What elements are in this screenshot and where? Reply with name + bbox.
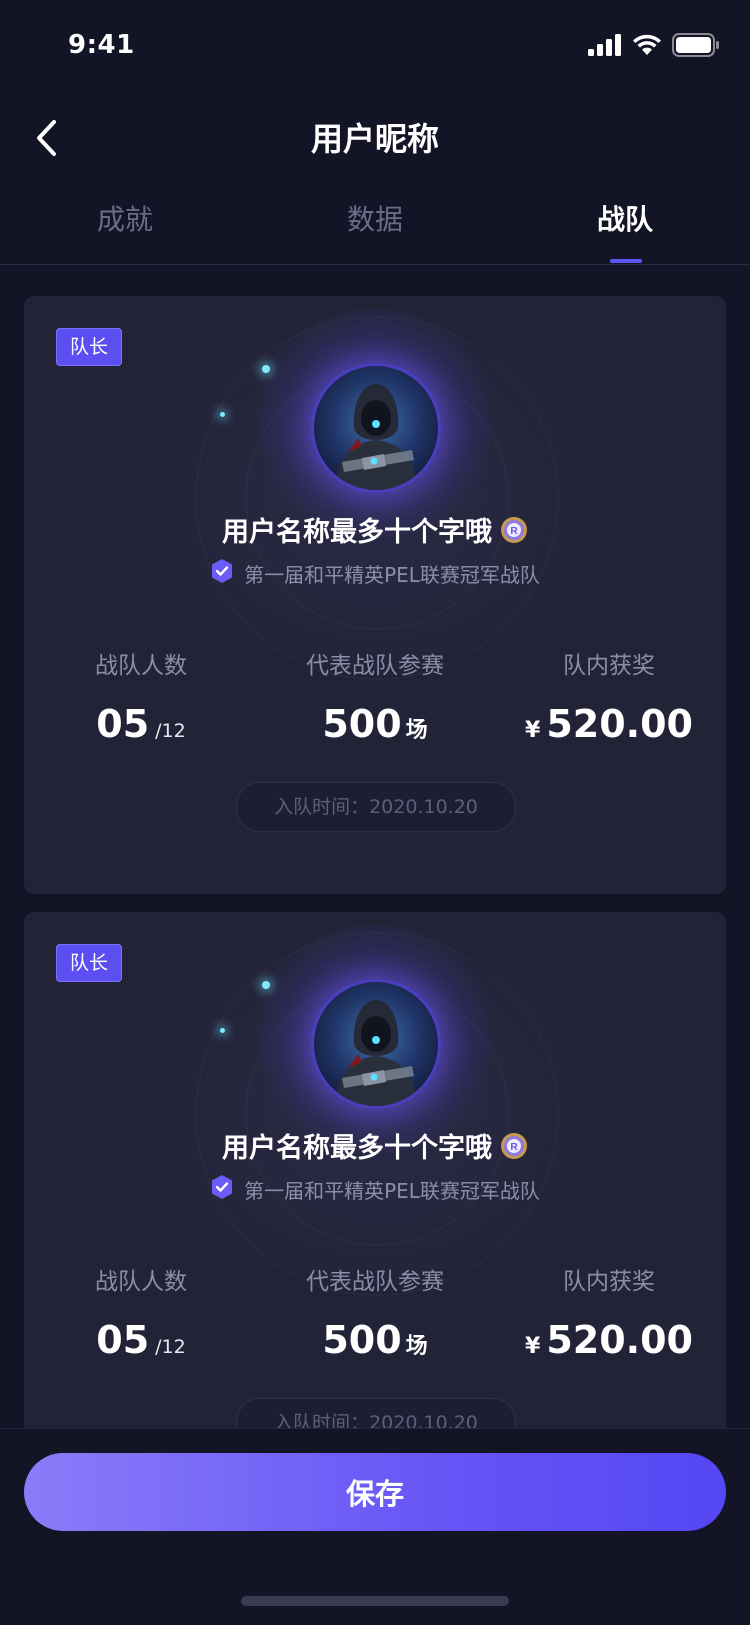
user-name-row: 用户名称最多十个字哦 R: [24, 510, 726, 549]
verified-shield-icon: [210, 558, 234, 588]
svg-text:R: R: [510, 526, 518, 537]
home-indicator: [241, 1596, 509, 1606]
team-card: 队长 用户名称最多十个字哦 R 第一届和平精英PEL联赛冠军战队 战队人数 05…: [24, 912, 726, 1428]
avatar[interactable]: [311, 363, 441, 493]
matches-count: 500: [322, 702, 402, 746]
stat-label: 代表战队参赛: [306, 653, 444, 679]
join-time: 入队时间：2020.10.20: [236, 782, 516, 832]
battery-icon: [672, 33, 720, 61]
members-count: 05: [96, 1318, 150, 1362]
matches-unit: 场: [405, 718, 428, 743]
stat-value: 500 场: [258, 1318, 492, 1362]
svg-text:R: R: [510, 1142, 518, 1153]
stat-value: ¥ 520.00: [492, 702, 726, 746]
rank-medal-icon: R: [500, 516, 528, 544]
stat-matches: 代表战队参赛 500 场: [258, 646, 492, 746]
team-honor: 第一届和平精英PEL联赛冠军战队: [244, 562, 540, 587]
stat-label: 队内获奖: [563, 653, 655, 679]
status-time: 9:41: [68, 30, 135, 60]
matches-unit: 场: [405, 1334, 428, 1359]
stat-value: 05 /12: [24, 1318, 258, 1362]
stat-label: 队内获奖: [563, 1269, 655, 1295]
glow-particle: [262, 365, 270, 373]
user-name-row: 用户名称最多十个字哦 R: [24, 1126, 726, 1165]
signal-icon: [588, 34, 622, 60]
status-icons: [588, 32, 720, 62]
members-total: /12: [155, 1336, 186, 1358]
stat-label: 战队人数: [95, 1269, 187, 1295]
rank-medal-icon: R: [500, 1132, 528, 1160]
nav-bar: 用户昵称: [0, 96, 750, 186]
tab-team[interactable]: 战队: [500, 198, 750, 238]
glow-particle: [220, 1028, 225, 1033]
captain-badge: 队长: [56, 328, 122, 366]
matches-count: 500: [322, 1318, 402, 1362]
stat-members: 战队人数 05 /12: [24, 646, 258, 746]
bottom-bar: 保存: [0, 1428, 750, 1625]
prize-currency: ¥: [525, 718, 541, 743]
stat-value: 500 场: [258, 702, 492, 746]
verified-shield-icon: [210, 1174, 234, 1204]
stat-matches: 代表战队参赛 500 场: [258, 1262, 492, 1362]
prize-amount: 520.00: [546, 702, 693, 746]
team-honor: 第一届和平精英PEL联赛冠军战队: [244, 1178, 540, 1203]
tab-bar: 成就 数据 战队: [0, 186, 750, 265]
glow-particle: [220, 412, 225, 417]
team-card: 队长 用户名称最多十个字哦 R 第一届和平精英PEL联赛冠军战队 战队人数 05…: [24, 296, 726, 894]
tab-achievements[interactable]: 成就: [0, 198, 250, 238]
honor-row: 第一届和平精英PEL联赛冠军战队: [24, 1174, 726, 1204]
glow-particle: [262, 981, 270, 989]
user-name: 用户名称最多十个字哦: [222, 1133, 492, 1164]
page-title: 用户昵称: [310, 120, 439, 158]
team-list[interactable]: 队长 用户名称最多十个字哦 R 第一届和平精英PEL联赛冠军战队 战队人数 05…: [0, 264, 750, 1428]
stat-label: 战队人数: [95, 653, 187, 679]
stat-members: 战队人数 05 /12: [24, 1262, 258, 1362]
members-total: /12: [155, 720, 186, 742]
avatar[interactable]: [311, 979, 441, 1109]
tab-indicator: [610, 259, 642, 263]
prize-currency: ¥: [525, 1334, 541, 1359]
wifi-icon: [632, 34, 662, 60]
stat-label: 代表战队参赛: [306, 1269, 444, 1295]
honor-row: 第一届和平精英PEL联赛冠军战队: [24, 558, 726, 588]
stat-value: 05 /12: [24, 702, 258, 746]
captain-badge: 队长: [56, 944, 122, 982]
members-count: 05: [96, 702, 150, 746]
user-name: 用户名称最多十个字哦: [222, 517, 492, 548]
save-button[interactable]: 保存: [24, 1453, 726, 1531]
stat-prize: 队内获奖 ¥ 520.00: [492, 646, 726, 746]
tab-data[interactable]: 数据: [250, 198, 500, 238]
join-time: 入队时间：2020.10.20: [236, 1398, 516, 1428]
status-bar: 9:41: [0, 0, 750, 96]
prize-amount: 520.00: [546, 1318, 693, 1362]
stat-prize: 队内获奖 ¥ 520.00: [492, 1262, 726, 1362]
stat-value: ¥ 520.00: [492, 1318, 726, 1362]
